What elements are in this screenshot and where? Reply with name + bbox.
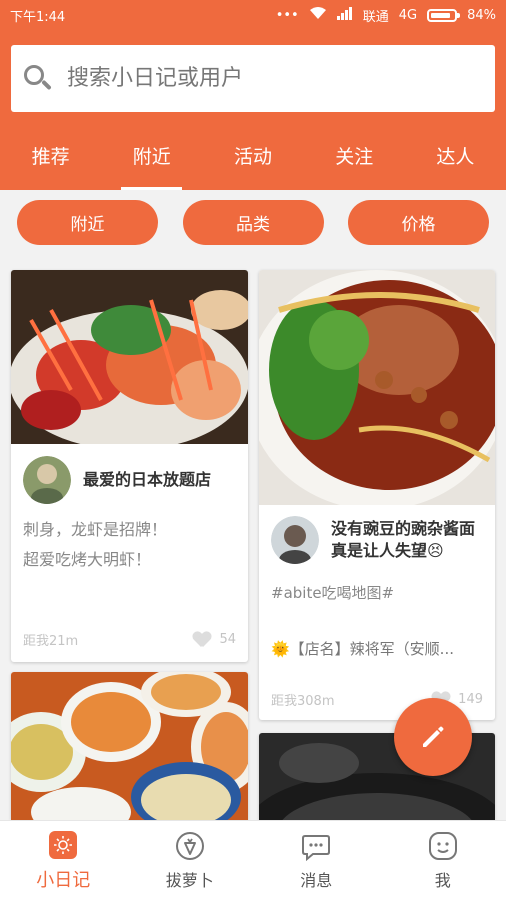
card-tag[interactable]: #abite吃喝地图# bbox=[271, 578, 394, 608]
card-header: 最爱的日本放题店 bbox=[23, 456, 211, 504]
nav-label: 小日记 bbox=[36, 869, 91, 891]
nav-label: 我 bbox=[434, 870, 451, 890]
status-bar: 下午1:44 ••• 联通 4G 84% bbox=[0, 0, 506, 30]
distance-label: 距我308m bbox=[271, 694, 335, 709]
nav-label: 消息 bbox=[300, 870, 333, 890]
description-line: 刺身，龙虾是招牌！ bbox=[23, 520, 168, 539]
tab-following[interactable]: 关注 bbox=[304, 135, 405, 190]
like-count: 149 bbox=[458, 692, 483, 707]
card-title: 最爱的日本放题店 bbox=[83, 470, 212, 489]
bottom-navigation: 小日记 拔萝卜 消息 我 bbox=[0, 820, 506, 900]
distance-label: 距我21m bbox=[23, 634, 79, 649]
battery-level: 84% bbox=[467, 7, 496, 23]
tab-recommend[interactable]: 推荐 bbox=[0, 135, 101, 190]
nav-profile[interactable]: 我 bbox=[380, 821, 506, 900]
search-bar[interactable] bbox=[11, 45, 495, 112]
like-count: 54 bbox=[219, 632, 236, 647]
diary-icon bbox=[49, 830, 78, 859]
like-button[interactable]: 54 bbox=[193, 632, 236, 648]
diary-card[interactable] bbox=[11, 672, 248, 820]
card-title: 没有豌豆的豌杂酱面 真是让人失望😣 bbox=[331, 518, 475, 562]
nav-diary[interactable]: 小日记 bbox=[0, 821, 127, 900]
carrier-label: 联通 bbox=[362, 9, 389, 25]
card-photo-sashimi bbox=[11, 270, 248, 444]
wifi-icon bbox=[309, 6, 327, 24]
avatar[interactable] bbox=[271, 516, 319, 564]
filter-bar: 附近 品类 价格 bbox=[0, 200, 506, 250]
search-input[interactable] bbox=[67, 66, 467, 91]
title-line: 没有豌豆的豌杂酱面 bbox=[331, 519, 476, 538]
card-header: 没有豌豆的豌杂酱面 真是让人失望😣 bbox=[271, 516, 475, 564]
card-photo-dishes bbox=[11, 672, 248, 820]
card-photo-noodles bbox=[259, 270, 495, 505]
description-line: 超爱吃烤大明虾！ bbox=[23, 550, 152, 569]
status-time: 下午1:44 bbox=[10, 9, 66, 25]
title-line: 真是让人失望😣 bbox=[331, 541, 444, 560]
filter-price-button[interactable]: 价格 bbox=[348, 200, 489, 245]
nav-radish[interactable]: 拔萝卜 bbox=[127, 821, 254, 900]
avatar[interactable] bbox=[23, 456, 71, 504]
write-diary-button[interactable] bbox=[394, 698, 472, 776]
radish-icon bbox=[175, 831, 204, 860]
pencil-icon bbox=[423, 726, 444, 747]
heart-icon bbox=[193, 632, 211, 648]
tab-nearby[interactable]: 附近 bbox=[101, 135, 202, 190]
top-tabs: 推荐 附近 活动 关注 达人 bbox=[0, 135, 506, 190]
tab-experts[interactable]: 达人 bbox=[405, 135, 506, 190]
tab-events[interactable]: 活动 bbox=[202, 135, 303, 190]
network-label: 4G bbox=[398, 7, 418, 23]
diary-card[interactable]: 最爱的日本放题店 刺身，龙虾是招牌！ 超爱吃烤大明虾！ 距我21m 54 bbox=[11, 270, 248, 662]
nav-label: 拔萝卜 bbox=[165, 870, 214, 890]
card-description: 刺身，龙虾是招牌！ 超爱吃烤大明虾！ bbox=[23, 515, 167, 575]
profile-icon bbox=[428, 831, 457, 860]
card-shop-name: 🌞【店名】辣将军（安顺... bbox=[271, 640, 454, 658]
search-icon bbox=[23, 64, 53, 94]
header: 推荐 附近 活动 关注 达人 bbox=[0, 30, 506, 190]
nav-messages[interactable]: 消息 bbox=[253, 821, 380, 900]
message-icon bbox=[302, 834, 331, 861]
more-dots-icon: ••• bbox=[275, 7, 299, 23]
diary-card[interactable]: 没有豌豆的豌杂酱面 真是让人失望😣 #abite吃喝地图# 🌞【店名】辣将军（安… bbox=[259, 270, 495, 720]
filter-nearby-button[interactable]: 附近 bbox=[17, 200, 158, 245]
signal-icon bbox=[336, 6, 353, 24]
status-indicators: ••• 联通 4G 84% bbox=[276, 6, 496, 25]
card-meta: 距我21m 54 bbox=[23, 630, 236, 649]
filter-category-button[interactable]: 品类 bbox=[182, 200, 324, 245]
battery-icon bbox=[427, 8, 461, 22]
